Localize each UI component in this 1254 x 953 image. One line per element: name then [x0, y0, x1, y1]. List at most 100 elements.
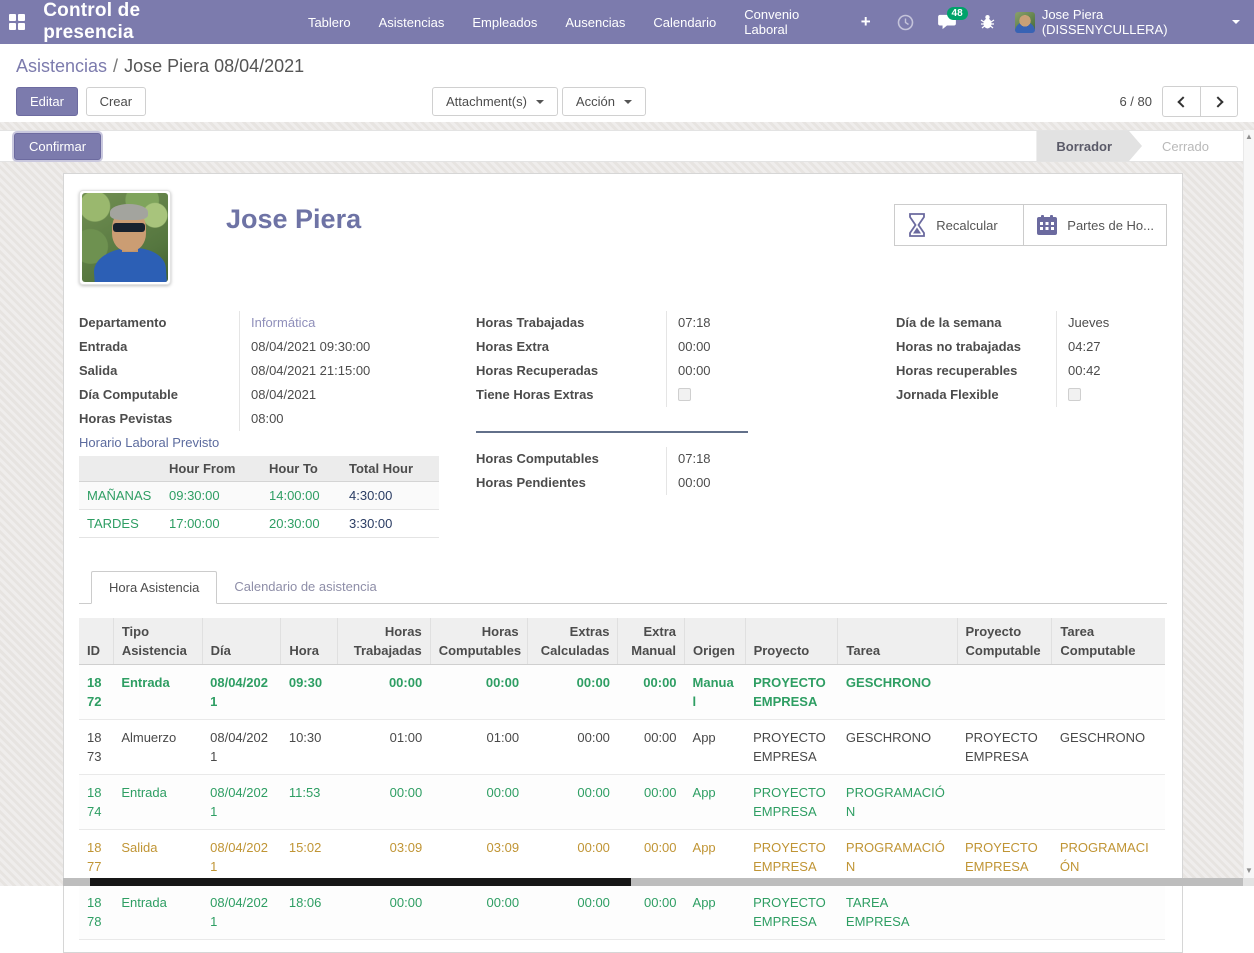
field-value: 04:27 [1056, 335, 1167, 359]
control-panel: Asistencias/Jose Piera 08/04/2021 Editar… [0, 44, 1254, 122]
table-cell: 00:00 [527, 830, 618, 885]
schedule-from-cell: 17:00:00 [161, 510, 261, 538]
nav-item-tablero[interactable]: Tablero [294, 0, 365, 44]
status-widget: Borrador Cerrado [1036, 131, 1229, 161]
field-label: Horas Pendientes [476, 471, 666, 495]
debug-button[interactable] [968, 0, 1007, 44]
apps-menu-button[interactable] [0, 0, 33, 44]
column-header-tarea[interactable]: Tarea [838, 618, 957, 665]
table-cell: GESCHRONO [838, 720, 957, 775]
user-menu[interactable]: Jose Piera (DISSENYCULLERA) [1007, 0, 1254, 44]
column-header-dia[interactable]: Día [202, 618, 281, 665]
attachments-dropdown[interactable]: Attachment(s) [432, 87, 558, 116]
table-row[interactable]: 1877 Salida 08/04/2021 15:02 03:09 03:09… [79, 830, 1165, 885]
column-header-id[interactable]: ID [79, 618, 113, 665]
field-horas-trabajadas: Horas Trabajadas 07:18 [476, 311, 896, 335]
schedule-row[interactable]: TARDES 17:00:00 20:30:00 3:30:00 [79, 510, 439, 538]
confirm-button[interactable]: Confirmar [14, 133, 101, 160]
field-horas-recuperables: Horas recuperables 00:42 [896, 359, 1167, 383]
vertical-scrollbar[interactable]: ▲ ▼ [1243, 130, 1254, 878]
field-value-link[interactable]: Informática [239, 311, 476, 335]
activities-button[interactable] [885, 0, 926, 44]
messages-button[interactable]: 48 [926, 0, 968, 44]
column-header-hora[interactable]: Hora [281, 618, 338, 665]
nav-item-convenio-laboral[interactable]: Convenio Laboral [730, 0, 846, 44]
horizontal-scrollbar[interactable] [63, 878, 1243, 886]
action-dropdown[interactable]: Acción [562, 87, 646, 116]
schedule-total-cell: 4:30:00 [341, 482, 439, 510]
table-cell [957, 885, 1052, 940]
status-draft[interactable]: Borrador [1036, 131, 1142, 161]
column-header-tipo[interactable]: Tipo Asistencia [113, 618, 202, 665]
nav-item-empleados[interactable]: Empleados [458, 0, 551, 44]
breadcrumb-parent-link[interactable]: Asistencias [16, 56, 107, 76]
field-value: 00:00 [666, 359, 896, 383]
field-value [666, 383, 896, 407]
table-cell: PROYECTO EMPRESA [745, 665, 838, 720]
column-header-extras-calculadas[interactable]: Extras Calculadas [527, 618, 618, 665]
field-label: Horas Computables [476, 447, 666, 471]
scrollbar-corner [1243, 878, 1254, 886]
table-cell: 1877 [79, 830, 113, 885]
tiene-horas-extras-checkbox[interactable] [678, 388, 691, 401]
column-header-horas-trabajadas[interactable]: Horas Trabajadas [337, 618, 430, 665]
column-header-proyecto[interactable]: Proyecto [745, 618, 838, 665]
field-label: Día Computable [79, 383, 239, 407]
schedule-name-cell: MAÑANAS [79, 482, 161, 510]
table-cell: 08/04/2021 [202, 665, 281, 720]
recalculate-button[interactable]: Recalcular [894, 204, 1024, 246]
horizontal-scrollbar-thumb[interactable] [90, 878, 631, 886]
column-header-proyecto-computable[interactable]: Proyecto Computable [957, 618, 1052, 665]
table-cell: PROYECTO EMPRESA [745, 830, 838, 885]
scroll-up-arrow-icon[interactable]: ▲ [1244, 130, 1254, 144]
column-header-hour-from: Hour From [161, 456, 261, 482]
column-header-horas-computables[interactable]: Horas Computables [430, 618, 527, 665]
status-closed[interactable]: Cerrado [1142, 131, 1229, 161]
field-value: 00:00 [666, 471, 896, 495]
timesheet-parts-button[interactable]: Partes de Ho... [1023, 204, 1167, 246]
table-cell: 1872 [79, 665, 113, 720]
table-cell: 00:00 [618, 885, 685, 940]
column-header-origen[interactable]: Origen [685, 618, 746, 665]
table-row[interactable]: 1874 Entrada 08/04/2021 11:53 00:00 00:0… [79, 775, 1165, 830]
apps-grid-icon [9, 14, 25, 30]
field-horas-no-trabajadas: Horas no trabajadas 04:27 [896, 335, 1167, 359]
table-cell: App [685, 720, 746, 775]
table-cell: 08/04/2021 [202, 885, 281, 940]
table-cell: PROYECTO EMPRESA [957, 720, 1052, 775]
field-jornada-flexible: Jornada Flexible [896, 383, 1167, 407]
tab-hora-asistencia[interactable]: Hora Asistencia [91, 571, 217, 604]
nav-item-calendario[interactable]: Calendario [639, 0, 730, 44]
schedule-row[interactable]: MAÑANAS 09:30:00 14:00:00 4:30:00 [79, 482, 439, 510]
table-cell: Almuerzo [113, 720, 202, 775]
jornada-flexible-checkbox[interactable] [1068, 388, 1081, 401]
user-name: Jose Piera (DISSENYCULLERA) [1042, 7, 1225, 37]
breadcrumb-separator: / [113, 56, 118, 76]
field-dia-semana: Día de la semana Jueves [896, 311, 1167, 335]
column-header-tarea-computable[interactable]: Tarea Computable [1052, 618, 1165, 665]
table-cell: 08/04/2021 [202, 720, 281, 775]
separator-line [476, 431, 748, 433]
table-row[interactable]: 1872 Entrada 08/04/2021 09:30 00:00 00:0… [79, 665, 1165, 720]
form-sheet: Jose Piera Recalcular [63, 173, 1183, 953]
field-label: Horas Trabajadas [476, 311, 666, 335]
tab-calendario-asistencia[interactable]: Calendario de asistencia [217, 571, 393, 604]
table-cell: 00:00 [618, 665, 685, 720]
table-cell: 03:09 [430, 830, 527, 885]
pager-next-button[interactable] [1200, 86, 1238, 117]
column-header-extra-manual[interactable]: Extra Manual [618, 618, 685, 665]
field-value: 08/04/2021 09:30:00 [239, 335, 476, 359]
pager-previous-button[interactable] [1162, 86, 1200, 117]
nav-item-ausencias[interactable]: Ausencias [551, 0, 639, 44]
create-button[interactable]: Crear [86, 87, 147, 116]
nav-item-asistencias[interactable]: Asistencias [365, 0, 459, 44]
edit-button[interactable]: Editar [16, 87, 78, 116]
table-cell: 00:00 [618, 720, 685, 775]
nav-add-button[interactable]: + [847, 0, 885, 44]
table-cell: App [685, 885, 746, 940]
table-row[interactable]: 1878 Entrada 08/04/2021 18:06 00:00 00:0… [79, 885, 1165, 940]
table-row[interactable]: 1873 Almuerzo 08/04/2021 10:30 01:00 01:… [79, 720, 1165, 775]
table-cell: Entrada [113, 885, 202, 940]
scroll-down-arrow-icon[interactable]: ▼ [1244, 864, 1254, 878]
table-cell: 09:30 [281, 665, 338, 720]
